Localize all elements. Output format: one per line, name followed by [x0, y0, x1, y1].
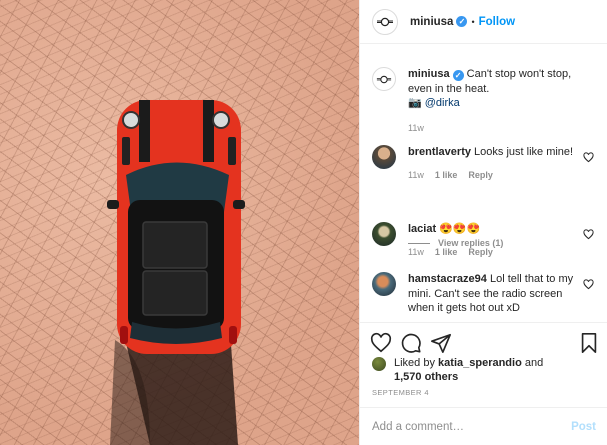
reply-button[interactable]: Reply	[468, 245, 493, 260]
post-comment-button[interactable]: Post	[571, 421, 596, 433]
like-comment-heart-icon[interactable]	[583, 229, 594, 240]
post-photo[interactable]	[0, 0, 359, 445]
liked-by-others[interactable]: 1,570 others	[394, 371, 458, 383]
reply-button[interactable]: Reply	[468, 168, 493, 183]
add-comment-bar: Post	[360, 407, 607, 445]
liked-by-prefix: Liked by	[394, 357, 435, 369]
mini-logo-icon	[376, 75, 392, 83]
comment-body: hamstacraze94 Lol tell that to my mini. …	[408, 272, 583, 316]
comment-text: 😍😍😍	[439, 223, 481, 235]
mini-logo-icon	[377, 17, 393, 26]
comment-meta: 11w 1 like Reply	[408, 245, 583, 260]
post-date[interactable]: SEPTEMBER 4	[372, 388, 429, 397]
comment-username[interactable]: laciat	[408, 223, 436, 235]
header-username[interactable]: miniusa	[410, 16, 453, 28]
miniusa-avatar[interactable]	[372, 8, 398, 35]
comment-row: laciat 😍😍😍 11w 1 like Reply	[372, 222, 600, 259]
like-comment-heart-icon[interactable]	[583, 152, 594, 163]
commenter-avatar[interactable]	[372, 272, 396, 296]
commenter-avatar[interactable]	[372, 222, 396, 246]
like-heart-icon[interactable]	[370, 332, 392, 354]
verified-badge-icon: ✓	[456, 16, 468, 27]
comment-username[interactable]: hamstacraze94	[408, 273, 487, 285]
comment-body: brentlaverty Looks just like mine! 11w 1…	[408, 145, 583, 182]
caption-mention[interactable]: @dirka	[425, 97, 460, 109]
comment-bubble-icon[interactable]	[400, 332, 422, 354]
mini-car-image	[107, 100, 245, 445]
caption-meta: 11w	[408, 121, 583, 136]
instagram-post-modal: miniusa ✓ • Follow miniusa ✓ Can't stop w…	[0, 0, 607, 445]
comment-row: brentlaverty Looks just like mine! 11w 1…	[372, 145, 600, 182]
comment-time[interactable]: 11w	[408, 245, 424, 260]
comment-username[interactable]: brentlaverty	[408, 146, 471, 158]
comments-list[interactable]: miniusa ✓ Can't stop won't stop, even in …	[360, 44, 607, 324]
camera-icon: 📷	[408, 97, 422, 109]
liked-by-text: Liked by katia_sperandio and 1,570 other…	[394, 356, 543, 384]
caption-time[interactable]: 11w	[408, 121, 424, 136]
caption-username[interactable]: miniusa	[408, 68, 450, 80]
liked-by-and: and	[524, 357, 544, 369]
comment-text: Looks just like mine!	[474, 146, 574, 158]
caption-row: miniusa ✓ Can't stop won't stop, even in …	[372, 67, 600, 135]
like-comment-heart-icon[interactable]	[583, 279, 594, 290]
share-send-icon[interactable]	[430, 332, 452, 354]
comment-time[interactable]: 11w	[408, 168, 424, 183]
verified-badge-icon: ✓	[452, 70, 464, 81]
comment-likes[interactable]: 1 like	[435, 245, 458, 260]
follow-button[interactable]: Follow	[479, 16, 515, 28]
comment-row: hamstacraze94 Lol tell that to my mini. …	[372, 272, 600, 316]
comment-meta: 11w 1 like Reply	[408, 168, 583, 183]
add-comment-input[interactable]	[372, 420, 572, 433]
liker-avatar[interactable]	[372, 357, 386, 371]
caption-avatar[interactable]	[372, 67, 396, 91]
separator-dot: •	[471, 16, 475, 27]
comment-body: laciat 😍😍😍 11w 1 like Reply	[408, 222, 583, 259]
post-side-panel: miniusa ✓ • Follow miniusa ✓ Can't stop w…	[359, 0, 607, 445]
save-bookmark-icon[interactable]	[578, 332, 600, 354]
commenter-avatar[interactable]	[372, 145, 396, 169]
comment-likes[interactable]: 1 like	[435, 168, 458, 183]
liked-by: Liked by katia_sperandio and 1,570 other…	[372, 356, 600, 384]
caption-body: miniusa ✓ Can't stop won't stop, even in …	[408, 67, 583, 135]
post-header: miniusa ✓ • Follow	[360, 0, 607, 44]
liked-by-user[interactable]: katia_sperandio	[438, 357, 522, 369]
